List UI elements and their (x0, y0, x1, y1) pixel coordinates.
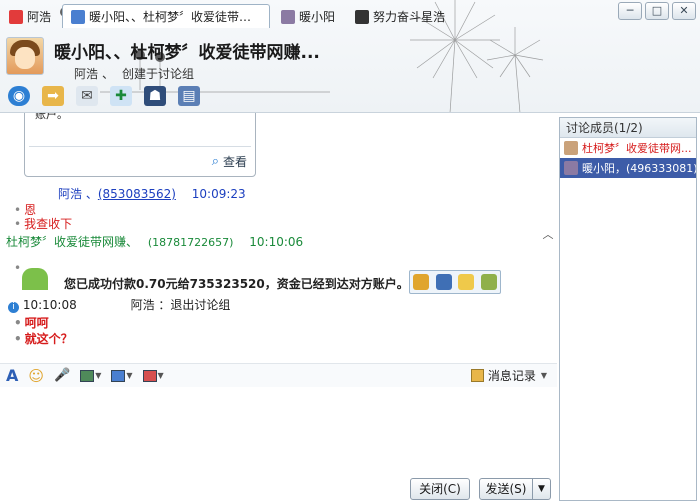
send-button[interactable]: 发送(S) (479, 478, 533, 500)
mail-icon[interactable]: ✉ (76, 86, 98, 106)
history-label: 消息记录 (487, 369, 536, 383)
close-button[interactable]: 关闭(C) (410, 478, 470, 500)
created-label: 创建于讨论组 (122, 67, 195, 81)
tab-nuanxiaoyang[interactable]: 暖小阳 (272, 4, 344, 28)
service-icon[interactable]: ☗ (144, 86, 166, 106)
sender-separator: 、 (85, 187, 98, 201)
image-icon[interactable]: ▼ (80, 369, 101, 382)
tab-discussion-group[interactable]: 暖小阳、、杜柯梦〞收爱徒带网赚... (62, 4, 271, 28)
tab-bar: 阿浩 暖小阳、、杜柯梦〞收爱徒带网赚... 暖小阳 努力奋斗星浩 (0, 2, 590, 28)
card-divider (29, 146, 251, 147)
card-text: 账户。 (35, 113, 68, 121)
message-line: • 呵呵 (14, 316, 49, 330)
tab-nulifendou[interactable]: 努力奋斗星浩 (346, 4, 454, 28)
header-toolbar: ◉ ➡ ✉ ✚ ☗ ▤ (8, 86, 200, 106)
qq-penguin-icon (9, 9, 23, 24)
emoji-icon[interactable]: ☺ (28, 367, 44, 385)
info-icon: i (8, 302, 19, 313)
payment-actions (409, 270, 501, 294)
scroll-up-icon[interactable]: ︿ (541, 226, 555, 242)
add-member-icon[interactable]: ✚ (110, 86, 132, 106)
font-icon[interactable]: A (6, 366, 18, 385)
history-icon (470, 369, 484, 382)
magnifier-icon: ⌕ (211, 154, 219, 169)
member-name: 暖小阳，(496333081) (582, 162, 696, 175)
creator-separator: 、 (102, 67, 115, 81)
chevron-down-icon: ▼ (540, 371, 547, 380)
message-history-button[interactable]: 消息记录 ▼ (470, 367, 547, 384)
message-header: 杜柯梦〞收爱徒带网赚、 (18781722657) 10:10:06 (6, 233, 303, 250)
gift-icon[interactable]: ▼ (142, 369, 164, 382)
minimize-button[interactable]: ─ (618, 2, 642, 20)
member-avatar (564, 161, 578, 175)
member-item-selected[interactable]: 暖小阳，(496333081) (560, 158, 696, 178)
member-avatar (564, 141, 578, 155)
voice-icon[interactable]: 🎤 (54, 368, 70, 383)
sender-name[interactable]: 阿浩 (58, 187, 82, 201)
user-avatar-icon (355, 9, 370, 24)
settings-icon[interactable] (413, 274, 430, 290)
action-bar: 关闭(C) 发送(S) ▼ (0, 475, 557, 504)
chat-subtitle: 阿浩、创建于讨论组 (74, 65, 202, 82)
share-icon[interactable] (480, 274, 497, 290)
system-time: 10:10:08 (22, 298, 77, 312)
sender-id[interactable]: (853083562) (98, 187, 176, 201)
tab-ahao[interactable]: 阿浩 (0, 4, 60, 28)
message-bullet: • (14, 261, 22, 275)
system-message: i 10:10:08 阿浩 ：退出讨论组 (8, 296, 230, 313)
payment-success-icon (22, 268, 48, 290)
chat-title: 暖小阳、、杜柯梦〞收爱徒带网赚... (54, 43, 320, 63)
chat-header: 阿浩 暖小阳、、杜柯梦〞收爱徒带网赚... 暖小阳 努力奋斗星浩 ─ □ ✕ 暖… (0, 0, 700, 113)
group-avatar[interactable] (6, 37, 44, 75)
apps-icon[interactable]: ▤ (178, 86, 200, 106)
creator-name[interactable]: 阿浩 (74, 67, 98, 81)
discussion-group-icon (71, 9, 86, 24)
user-avatar-icon (281, 9, 296, 24)
message-line: • 就这个？ (14, 332, 73, 346)
card-view-label: 查看 (222, 155, 247, 169)
message-line: • 我查收下 (14, 217, 73, 231)
message-area: 账户。 ⌕ 查看 阿浩 、(853083562) 10:09:23 • 恩 • 我查… (0, 113, 557, 363)
sender-name[interactable]: 杜柯梦〞收爱徒带网赚、 (6, 235, 138, 249)
member-item[interactable]: 杜柯梦〞收爱徒带网... (560, 138, 696, 158)
emoticon-icon[interactable] (458, 274, 475, 290)
video-call-icon[interactable]: ◉ (8, 86, 30, 106)
member-panel-header: 讨论成员(1/2) (560, 118, 696, 138)
close-window-button[interactable]: ✕ (672, 2, 696, 20)
message-input[interactable] (0, 387, 557, 475)
member-panel: 讨论成员(1/2) 杜柯梦〞收爱徒带网... 暖小阳，(496333081) (559, 117, 697, 501)
system-text: 阿浩 ：退出讨论组 (130, 298, 231, 312)
send-options-button[interactable]: ▼ (532, 478, 551, 500)
shared-card[interactable]: 账户。 ⌕ 查看 (24, 113, 256, 177)
payment-message: 您已成功付款0.70元给735323520，资金已经到达对方账户。 (64, 277, 409, 291)
card-view-link[interactable]: ⌕ 查看 (212, 153, 247, 170)
member-name: 杜柯梦〞收爱徒带网... (582, 142, 692, 155)
message-time: 10:10:06 (249, 235, 304, 249)
save-icon[interactable] (435, 274, 452, 290)
maximize-button[interactable]: □ (645, 2, 669, 20)
window-controls: ─ □ ✕ (618, 2, 696, 20)
message-header: 阿浩 、(853083562) 10:09:23 (58, 185, 246, 202)
message-time: 10:09:23 (191, 187, 246, 201)
sender-id[interactable]: (18781722657) (148, 236, 234, 249)
input-toolbar: A ☺ 🎤 ▼ ▼ ▼ 消息记录 ▼ (0, 363, 557, 387)
screenshot-icon[interactable]: ▼ (111, 369, 133, 382)
file-transfer-icon[interactable]: ➡ (42, 86, 64, 106)
message-scrollbar[interactable]: ︿ ﹀ (540, 226, 556, 363)
